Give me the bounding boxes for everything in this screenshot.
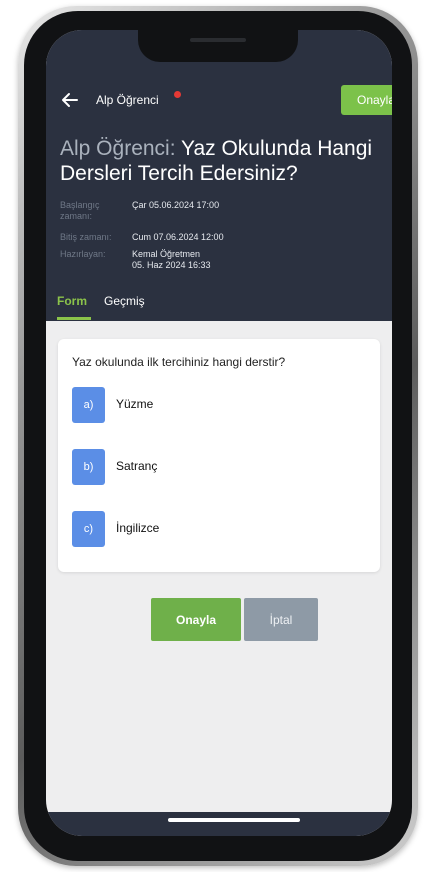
meta-value: Cum 07.06.2024 12:00 <box>132 232 224 242</box>
meta-label: Hazırlayan: <box>60 249 106 259</box>
meta-label: Bitiş zamanı: <box>60 232 112 242</box>
app-header: Alp Öğrenci Onayla Alp Öğrenci: Yaz Okul… <box>46 30 392 321</box>
bottom-bar <box>46 812 392 836</box>
speaker-grille <box>190 38 246 42</box>
question-text: Yaz okulunda ilk tercihiniz hangi dersti… <box>72 355 286 369</box>
option-text: Yüzme <box>116 397 154 411</box>
active-tab-indicator <box>57 317 91 320</box>
option-letter: c) <box>72 511 105 547</box>
meta-value: Kemal Öğretmen 05. Haz 2024 16:33 <box>132 249 211 270</box>
page-title: Alp Öğrenci: Yaz Okulunda Hangi Dersleri… <box>60 136 386 186</box>
back-arrow-icon[interactable] <box>60 90 80 110</box>
option-c[interactable]: c) İngilizce <box>72 511 392 547</box>
option-letter: a) <box>72 387 105 423</box>
question-card: Yaz okulunda ilk tercihiniz hangi dersti… <box>58 339 380 572</box>
tab-form[interactable]: Form <box>57 294 87 308</box>
option-text: Satranç <box>116 459 158 473</box>
cancel-button[interactable]: İptal <box>244 598 318 641</box>
meta-label: Başlangıç zamanı: <box>60 200 100 221</box>
page-title-prefix: Alp Öğrenci: <box>60 137 182 160</box>
phone-notch <box>138 30 298 62</box>
nav-title: Alp Öğrenci <box>96 93 159 107</box>
meta-value: Çar 05.06.2024 17:00 <box>132 200 220 210</box>
notification-dot <box>174 91 181 98</box>
option-letter: b) <box>72 449 105 485</box>
option-b[interactable]: b) Satranç <box>72 449 392 485</box>
app-screen: Alp Öğrenci Onayla Alp Öğrenci: Yaz Okul… <box>46 30 392 836</box>
approve-button[interactable]: Onayla <box>151 598 241 641</box>
option-a[interactable]: a) Yüzme <box>72 387 392 423</box>
tab-history[interactable]: Geçmiş <box>104 294 145 308</box>
option-text: İngilizce <box>116 521 160 535</box>
home-indicator[interactable] <box>168 818 300 822</box>
header-approve-button[interactable]: Onayla <box>341 85 392 115</box>
